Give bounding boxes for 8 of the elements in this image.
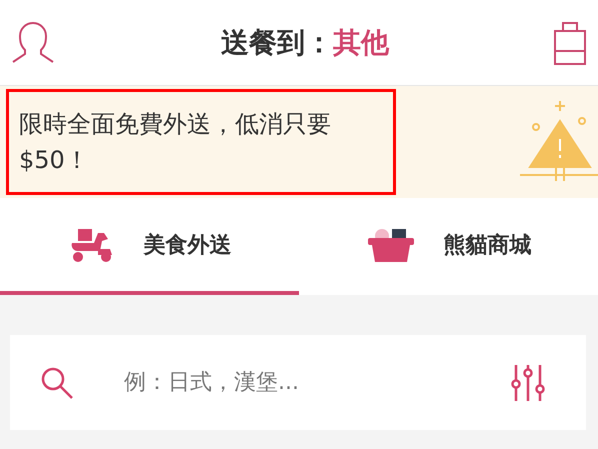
promo-text: 限時全面免費外送，低消只要 $50！ [6, 89, 396, 195]
shopping-bag-icon[interactable] [554, 20, 586, 64]
deliver-to-label: 送餐到： [221, 24, 333, 60]
filter-sliders-icon[interactable] [510, 364, 546, 402]
search-field[interactable]: 例：日式，漢堡... [122, 369, 462, 396]
delivery-location[interactable]: 其他 [333, 24, 389, 62]
search-icon [40, 366, 74, 400]
user-icon[interactable] [10, 22, 56, 64]
